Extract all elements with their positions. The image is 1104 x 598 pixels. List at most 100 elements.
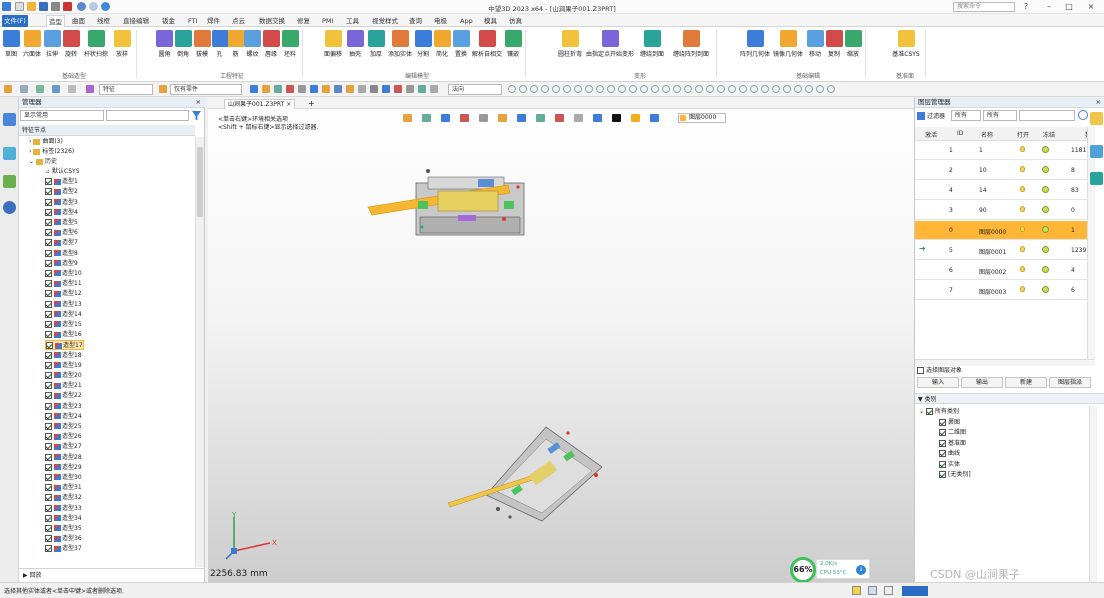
expanded-icon[interactable]: ⌄ (29, 158, 36, 165)
performance-gauge[interactable]: 66% (790, 557, 816, 583)
feature-node[interactable]: 造型5 (45, 218, 78, 228)
feature-visibility-checkbox[interactable] (45, 331, 52, 339)
category-item[interactable]: 实体 (939, 460, 960, 470)
status-view-icon[interactable] (868, 586, 877, 595)
layer-visible-bulb-icon[interactable] (1020, 146, 1025, 152)
feature-visibility-checkbox[interactable] (45, 310, 52, 318)
command-search-input[interactable]: 搜索命令 (953, 2, 1015, 12)
feature-visibility-checkbox[interactable] (45, 443, 52, 451)
tab-0[interactable]: 文件(F) (2, 15, 28, 27)
layer-panel-close-icon[interactable]: × (1096, 97, 1101, 108)
feature-node[interactable]: 造型15 (45, 320, 82, 330)
part-assembly-top[interactable] (358, 157, 538, 247)
feature-visibility-checkbox[interactable] (45, 198, 52, 206)
rotate-select-icon[interactable] (68, 85, 76, 93)
ribbon-button-4-1[interactable]: 镜像几何体 (771, 30, 805, 64)
layer-button-2[interactable]: 新建 (1005, 377, 1047, 388)
layer-name[interactable]: 图层0003 (979, 287, 1006, 296)
feature-node[interactable]: 造型1 (45, 177, 78, 187)
category-checkbox[interactable] (939, 460, 946, 468)
ribbon-button-3-3[interactable]: 缠绕阵列到面 (669, 30, 713, 64)
layer-row[interactable]: ➜ 5 图层0001 1239 (915, 241, 1087, 260)
maximize-button[interactable]: □ (1062, 1, 1076, 13)
ribbon-button-2-0[interactable]: 面偏移 (322, 30, 344, 64)
tree-scrollbar[interactable] (195, 137, 204, 567)
toolbar-tool-icon[interactable] (370, 85, 378, 93)
category-item[interactable]: 裹图 (939, 418, 960, 428)
snap-tool-icon[interactable] (530, 85, 538, 93)
toolbar-tool-icon[interactable] (310, 85, 318, 93)
minimize-button[interactable]: – (1042, 1, 1056, 13)
tab-15[interactable]: 电极 (432, 15, 449, 27)
feature-node[interactable]: 造型19 (45, 361, 82, 371)
layer-row[interactable]: 7 图层0003 6 (915, 281, 1087, 300)
layer-name[interactable]: 90 (979, 207, 987, 214)
category-scrollbar[interactable] (1089, 406, 1097, 582)
feature-visibility-checkbox[interactable] (45, 371, 52, 379)
layer-visible-bulb-icon[interactable] (1020, 166, 1025, 172)
layer-name[interactable]: 10 (979, 167, 987, 174)
category-item[interactable]: 基准面 (939, 439, 966, 449)
feature-node[interactable]: 造型2 (45, 187, 78, 197)
assembly-icon[interactable] (3, 147, 16, 160)
feature-visibility-checkbox[interactable] (45, 412, 52, 420)
toolbar-tool-icon[interactable] (358, 85, 366, 93)
snap-tool-icon[interactable] (827, 85, 835, 93)
feature-node[interactable]: 造型21 (45, 381, 82, 391)
feature-visibility-checkbox[interactable] (45, 178, 52, 186)
feature-visibility-checkbox[interactable] (45, 259, 52, 267)
feature-visibility-checkbox[interactable] (45, 484, 52, 492)
tab-16[interactable]: App (458, 15, 475, 27)
status-display-icon[interactable] (884, 586, 893, 595)
snap-tool-icon[interactable] (607, 85, 615, 93)
feature-visibility-checkbox[interactable] (45, 361, 52, 369)
layer-button-0[interactable]: 输入 (917, 377, 959, 388)
layer-table-scrollbar[interactable] (1087, 127, 1095, 359)
select-icon[interactable] (20, 85, 28, 93)
feature-node[interactable]: 造型6 (45, 228, 78, 238)
feature-visibility-checkbox[interactable] (45, 280, 52, 288)
tree-node-2[interactable]: ⌄ 历史 (29, 157, 57, 167)
tab-8[interactable]: 点云 (230, 15, 247, 27)
layer-visible-bulb-icon[interactable] (1020, 186, 1025, 192)
snap-tool-icon[interactable] (552, 85, 560, 93)
monitor-menu-icon[interactable]: ↓ (856, 565, 866, 575)
snap-tool-icon[interactable] (574, 85, 582, 93)
ribbon-button-1-1[interactable]: 倒角 (174, 30, 192, 64)
layer-name[interactable]: 14 (979, 187, 987, 194)
feature-node[interactable]: 造型24 (45, 412, 82, 422)
view-tool-icon[interactable] (574, 114, 583, 122)
ribbon-button-2-3[interactable]: 添加实体 (387, 30, 413, 64)
funnel-icon[interactable] (86, 85, 94, 93)
feature-visibility-checkbox[interactable] (45, 300, 52, 308)
box-select-icon[interactable] (52, 85, 60, 93)
view-tool-icon[interactable] (631, 114, 640, 122)
feature-node[interactable]: 造型22 (45, 391, 82, 401)
layer-freeze-icon[interactable] (1042, 246, 1049, 253)
display-combo[interactable]: 显示常用 (20, 110, 104, 121)
category-checkbox[interactable] (939, 429, 946, 436)
part-assembly-bottom[interactable] (446, 417, 626, 527)
view-manager-icon[interactable] (3, 175, 16, 188)
feature-node[interactable]: 造型12 (45, 289, 82, 299)
3d-viewport[interactable]: 山涧果子001.Z3PRT × + <单击右键>环境相关选项 <Shift + … (208, 97, 914, 583)
pick-icon[interactable] (36, 85, 44, 93)
ribbon-button-3-1[interactable]: 由指定点开始变形 (585, 30, 635, 64)
layer-name[interactable]: 图层0001 (979, 247, 1006, 256)
feature-visibility-checkbox[interactable] (46, 342, 53, 350)
view-tool-icon[interactable] (460, 114, 469, 122)
part-filter-icon[interactable] (159, 85, 167, 93)
panel-close-icon[interactable]: × (196, 97, 201, 108)
ribbon-button-1-3[interactable]: 孔 (212, 30, 229, 64)
snap-tool-icon[interactable] (673, 85, 681, 93)
feature-visibility-checkbox[interactable] (45, 239, 52, 247)
status-input-method[interactable] (902, 586, 928, 596)
view-tool-icon[interactable] (612, 114, 621, 122)
feature-node[interactable]: 造型7 (45, 238, 78, 248)
toolbar-tool-icon[interactable] (406, 85, 414, 93)
toolbar-tool-icon[interactable] (382, 85, 390, 93)
view-tool-icon[interactable] (479, 114, 488, 122)
right-dock-layer-icon[interactable] (1090, 112, 1103, 125)
category-item[interactable]: ⌄ 所有类别 (919, 407, 959, 417)
snap-tool-icon[interactable] (585, 85, 593, 93)
